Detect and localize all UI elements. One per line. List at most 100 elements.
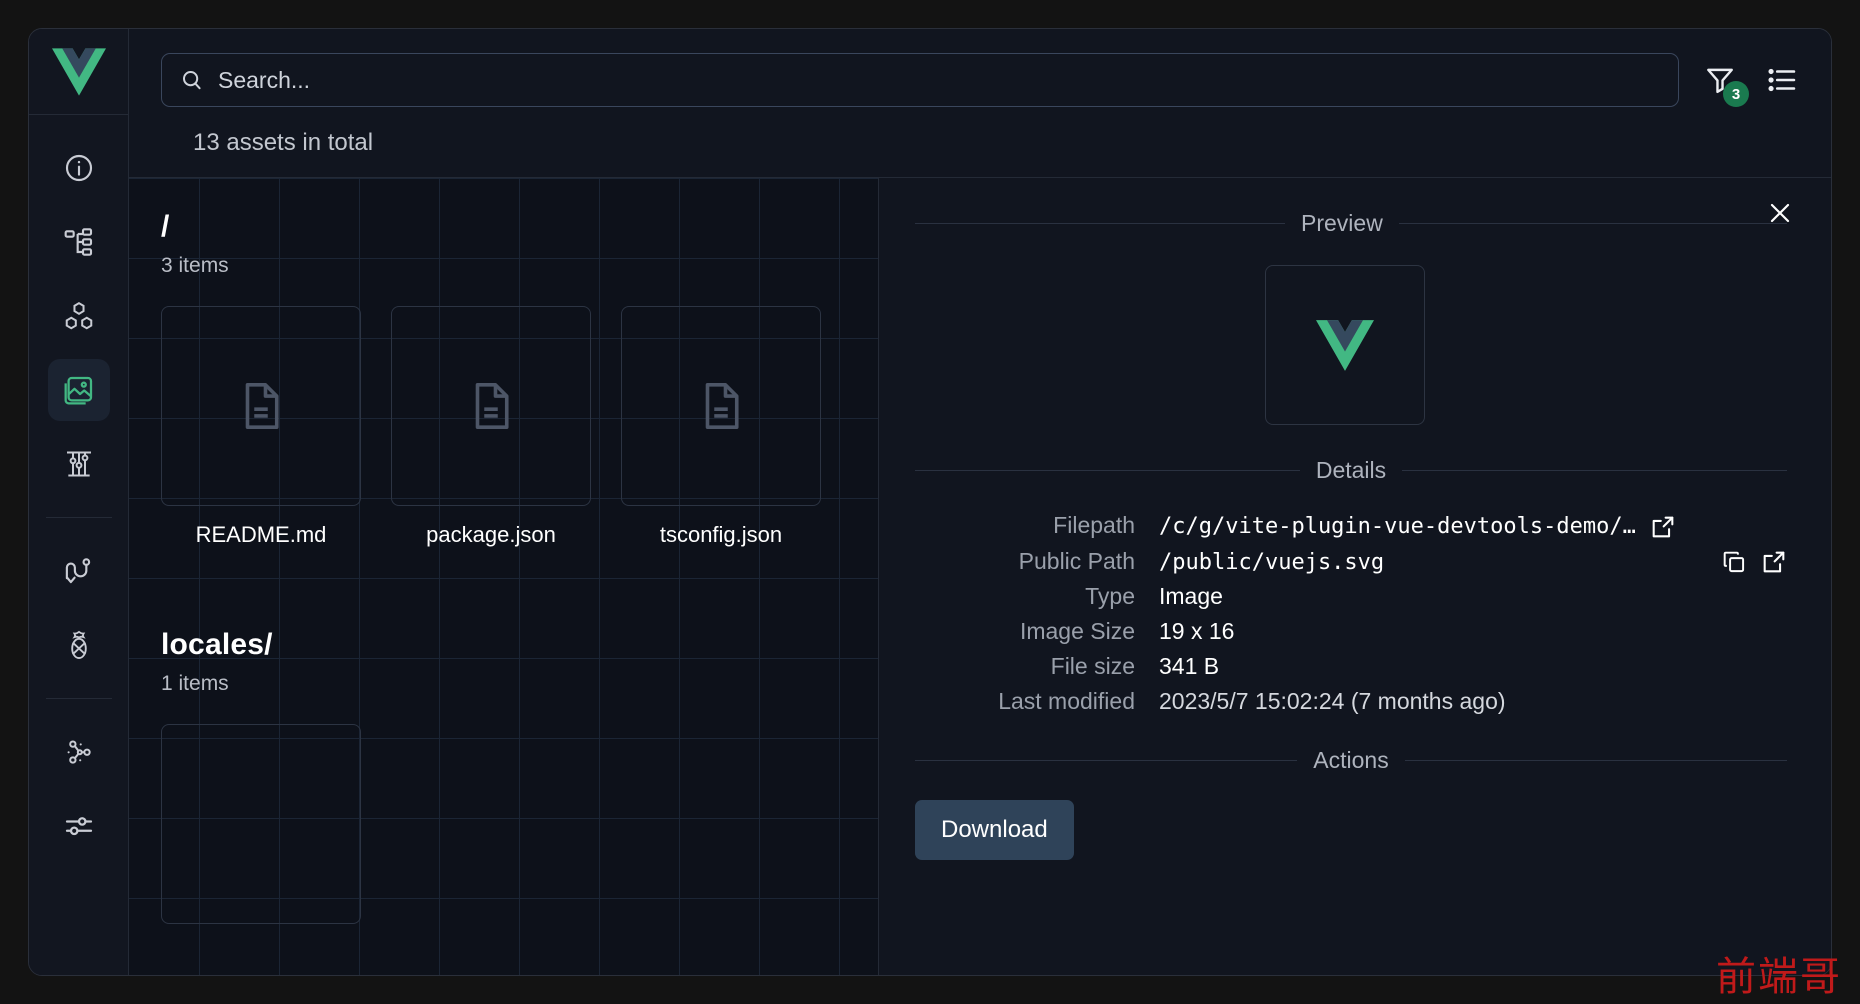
asset-thumbnail — [391, 306, 591, 506]
sidebar-item-pinia[interactable] — [48, 614, 110, 676]
graph-icon — [67, 740, 91, 764]
image-icon — [64, 376, 92, 405]
sidebar-item-graph[interactable] — [48, 721, 110, 783]
vue-logo-icon — [1316, 319, 1374, 371]
asset-name: package.json — [426, 522, 556, 547]
pineapple-icon — [70, 630, 87, 660]
asset-browser[interactable]: / 3 items README.md package.json tsconfi… — [129, 178, 879, 975]
detail-label-type: Type — [1085, 583, 1135, 609]
vue-logo-icon — [51, 47, 106, 96]
app-logo[interactable] — [29, 29, 128, 115]
preview-thumbnail — [1265, 265, 1425, 425]
detail-value-file-size: 341 B — [1159, 653, 1787, 680]
main-split: / 3 items README.md package.json tsconfi… — [129, 177, 1831, 975]
sidebar-item-assets[interactable] — [47, 359, 110, 421]
close-icon — [1770, 203, 1790, 223]
open-filepath-button[interactable] — [1650, 514, 1676, 540]
detail-label-filepath: Filepath — [1053, 512, 1135, 538]
download-button[interactable]: Download — [915, 800, 1074, 860]
group-item-count: 3 items — [161, 254, 229, 277]
asset-thumbnail — [161, 306, 361, 506]
asset-name: README.md — [195, 522, 327, 547]
detail-value-type: Image — [1159, 583, 1787, 610]
details-label: Details — [1315, 457, 1387, 483]
actions-label: Actions — [1313, 747, 1389, 773]
divider-left — [915, 223, 1285, 224]
group-title: locales/ — [161, 628, 273, 661]
header: 3 13 assets in total — [129, 29, 1831, 177]
asset-tile[interactable]: README.md — [161, 306, 361, 548]
route-icon — [65, 558, 90, 584]
asset-group-root: / 3 items README.md package.json tsconfi… — [129, 178, 878, 554]
hexagons-icon — [65, 302, 92, 330]
close-details-button[interactable] — [1763, 196, 1797, 230]
detail-value-last-modified: 2023/5/7 15:02:24 (7 months ago) — [1159, 688, 1787, 715]
preview-section-header: Preview — [915, 210, 1787, 237]
asset-name: tsconfig.json — [659, 522, 783, 547]
last-modified-text: 2023/5/7 15:02:24 (7 months ago) — [1159, 688, 1506, 714]
preview-label: Preview — [1301, 210, 1383, 236]
type-text: Image — [1159, 583, 1223, 609]
asset-tile[interactable] — [161, 724, 361, 924]
sidebar-item-components[interactable] — [48, 211, 110, 273]
sidebar-group-secondary — [29, 518, 128, 698]
detail-value-filepath: /c/g/vite-plugin-vue-devtools-demo/… — [1159, 514, 1787, 540]
sidebar-item-routes[interactable] — [48, 540, 110, 602]
sliders-icon — [65, 817, 92, 836]
search-icon — [183, 71, 201, 90]
external-link-icon — [1763, 551, 1785, 573]
search-input[interactable] — [218, 66, 1660, 94]
asset-tile[interactable]: tsconfig.json — [621, 306, 821, 548]
divider-right — [1404, 760, 1787, 761]
open-public-path-button[interactable] — [1761, 549, 1787, 575]
sidebar-item-settings[interactable] — [48, 795, 110, 857]
filter-button[interactable]: 3 — [1699, 59, 1749, 107]
assets-total-label: 13 assets in total — [193, 129, 374, 156]
external-link-icon — [1652, 516, 1674, 537]
sidebar-group-primary — [29, 115, 128, 517]
asset-tile[interactable]: package.json — [391, 306, 591, 548]
sidebar — [29, 29, 129, 975]
asset-group-locales: locales/ 1 items — [129, 596, 878, 930]
detail-label-public-path: Public Path — [1018, 547, 1135, 574]
timeline-icon — [66, 451, 91, 477]
file-size-text: 341 B — [1159, 653, 1220, 679]
divider-right — [1398, 223, 1787, 224]
filter-count-badge: 3 — [1723, 81, 1749, 107]
divider-left — [915, 760, 1298, 761]
sidebar-item-pages[interactable] — [48, 285, 110, 347]
detail-label-image-size: Image Size — [1019, 618, 1135, 644]
file-icon — [245, 383, 279, 429]
public-path-text: /public/vuejs.svg — [1159, 549, 1385, 575]
detail-value-image-size: 19 x 16 — [1159, 618, 1787, 645]
header-row: 3 — [161, 53, 1803, 107]
sidebar-group-tertiary — [29, 699, 128, 879]
content-area: 3 13 assets in total / — [129, 29, 1831, 975]
sidebar-item-overview[interactable] — [48, 137, 110, 199]
details-grid: Filepath /c/g/vite-plugin-vue-devtools-d… — [915, 512, 1787, 715]
detail-label-last-modified: Last modified — [998, 688, 1135, 714]
actions-section-header: Actions — [915, 747, 1787, 774]
file-icon — [475, 383, 509, 429]
devtools-window: 3 13 assets in total / — [28, 28, 1832, 976]
detail-label-file-size: File size — [1050, 653, 1135, 679]
asset-thumbnail — [621, 306, 821, 506]
detail-value-public-path: /public/vuejs.svg — [1159, 549, 1787, 575]
list-icon — [1768, 68, 1796, 92]
info-circle-icon — [65, 154, 92, 182]
sidebar-item-timeline[interactable] — [48, 433, 110, 495]
search-box[interactable] — [161, 53, 1679, 107]
tile-list — [129, 696, 878, 924]
asset-thumbnail — [161, 724, 361, 924]
list-view-button[interactable] — [1761, 59, 1803, 101]
file-icon — [705, 383, 739, 429]
details-section-header: Details — [915, 457, 1787, 484]
divider-right — [1402, 470, 1787, 471]
divider-left — [915, 470, 1300, 471]
tile-list: README.md package.json tsconfig.json — [129, 278, 878, 548]
filepath-text: /c/g/vite-plugin-vue-devtools-demo/… — [1159, 514, 1636, 539]
group-item-count: 1 items — [161, 672, 229, 695]
component-tree-icon — [64, 228, 92, 256]
copy-public-path-button[interactable] — [1721, 549, 1747, 575]
copy-icon — [1723, 551, 1745, 573]
